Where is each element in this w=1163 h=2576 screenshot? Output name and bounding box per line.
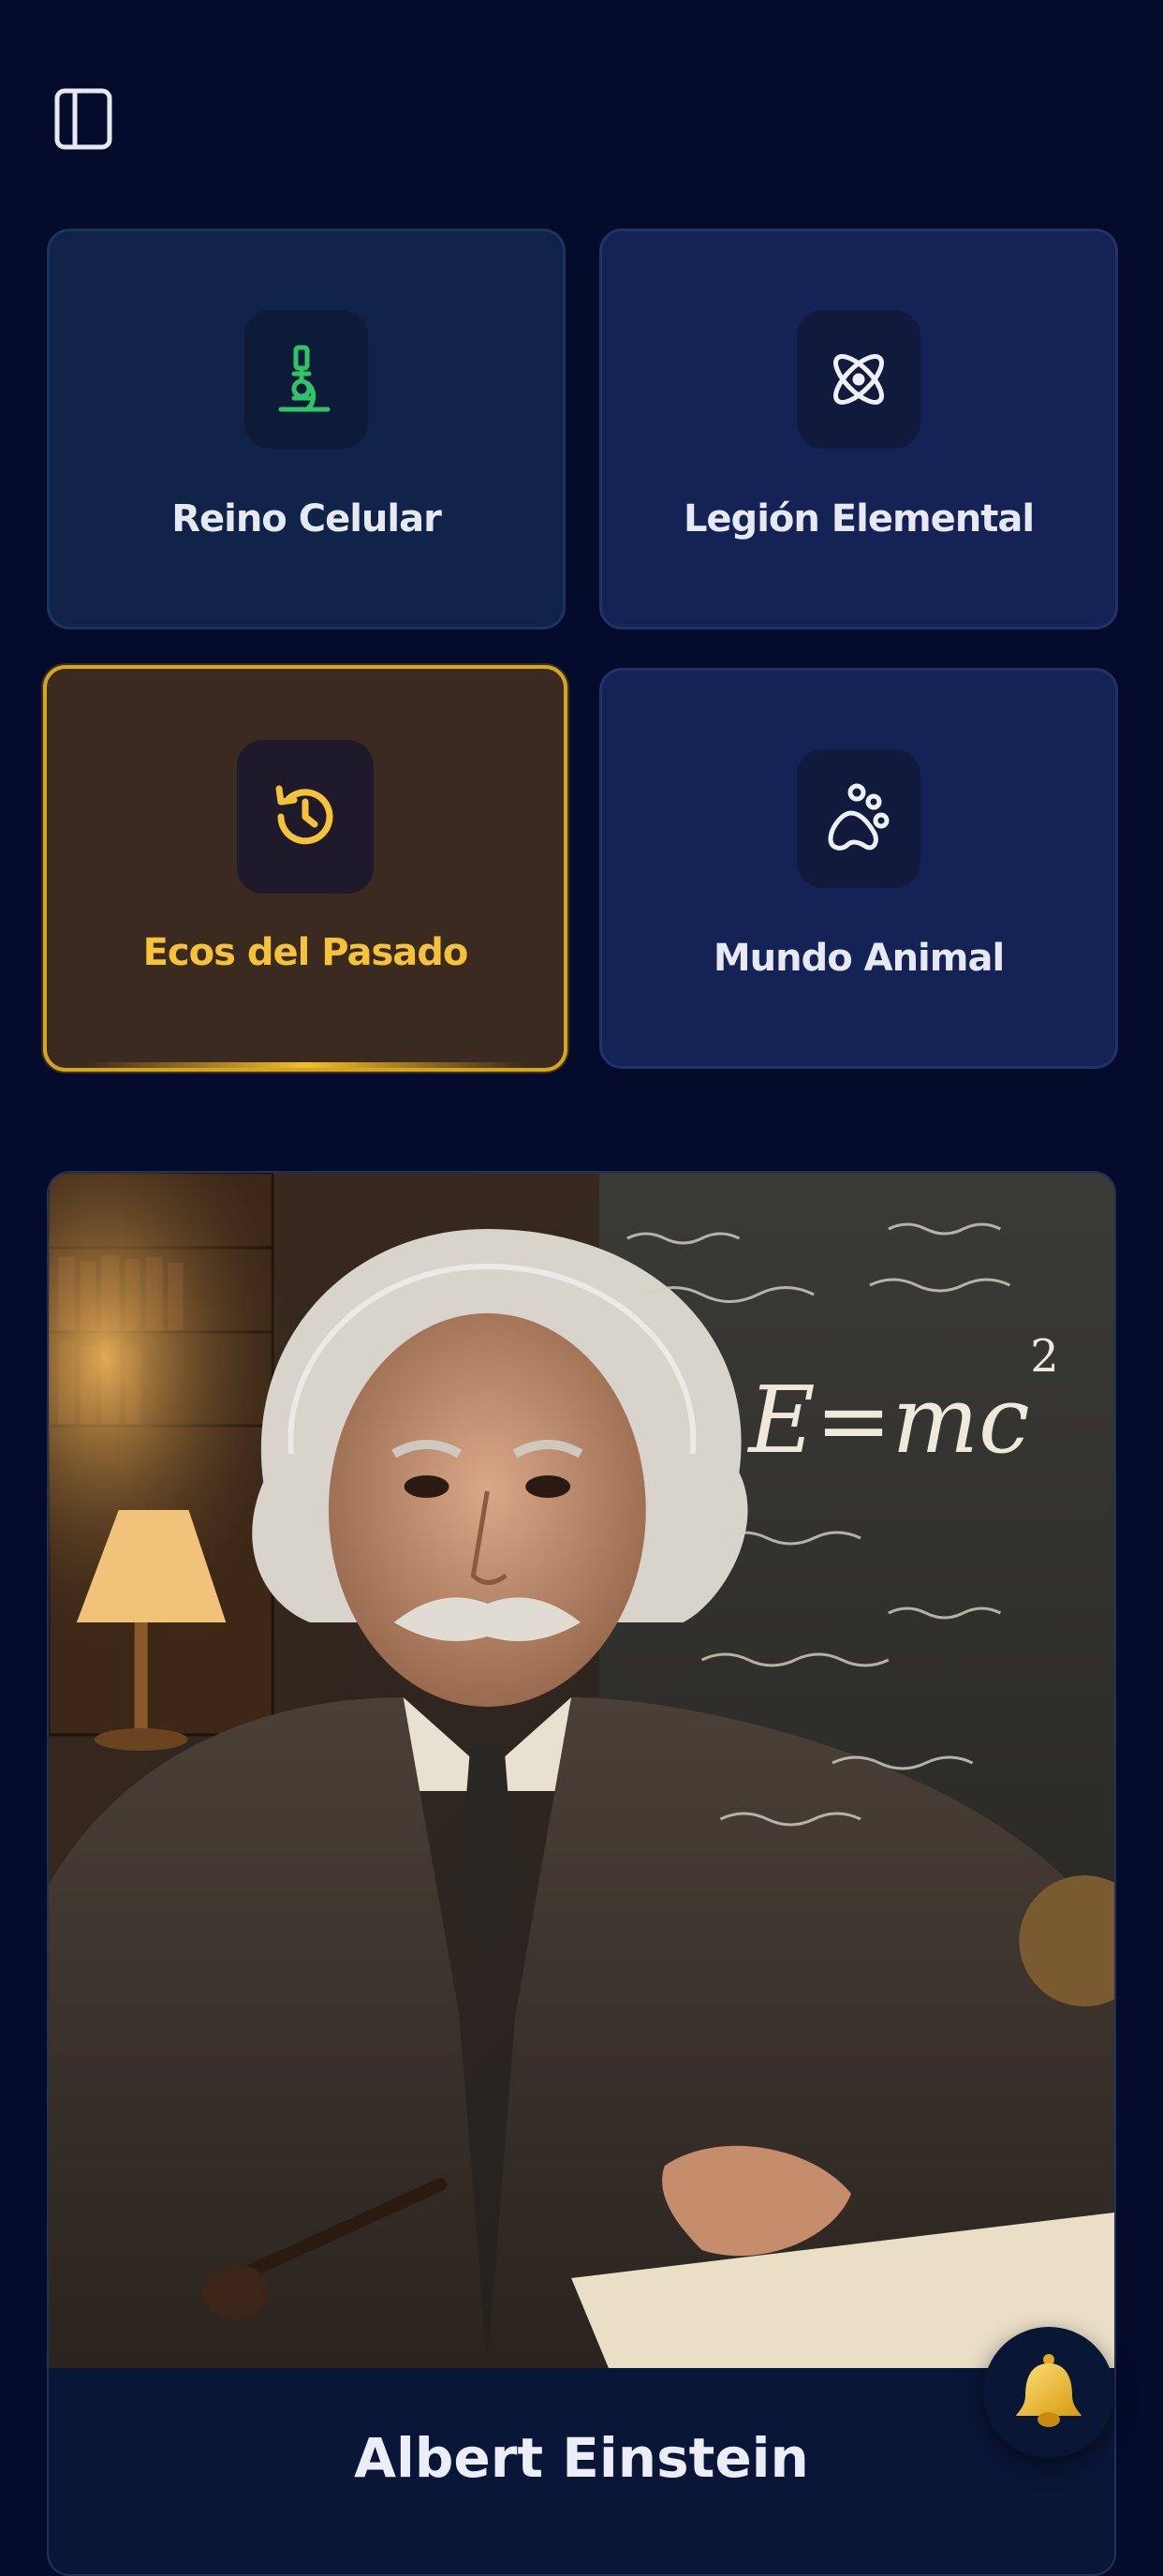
- sidebar-toggle-button[interactable]: [52, 88, 114, 150]
- microscope-icon: [278, 345, 331, 412]
- category-icon-box: [237, 740, 374, 894]
- chalkboard-exponent: 2: [1030, 1331, 1058, 1383]
- category-label: Ecos del Pasado: [142, 931, 469, 974]
- featured-person-name: Albert Einstein: [354, 2426, 809, 2490]
- bell-icon: [1016, 2354, 1082, 2427]
- albert-einstein-portrait: E=mc 2: [49, 1173, 1114, 2368]
- category-label: Mundo Animal: [713, 937, 1005, 980]
- atom-icon: [833, 354, 884, 405]
- category-card-legion-elemental[interactable]: Legión Elemental: [599, 229, 1118, 629]
- category-icon-box: [244, 310, 368, 449]
- category-icon-box: [797, 749, 920, 888]
- sidebar-panel-icon: [54, 88, 112, 150]
- category-card-mundo-animal[interactable]: Mundo Animal: [599, 668, 1118, 1069]
- category-label: Reino Celular: [171, 497, 442, 540]
- chalkboard-equation: E=mc: [746, 1368, 1029, 1474]
- history-clock-icon: [275, 785, 333, 845]
- notification-bell-button[interactable]: [983, 2327, 1114, 2458]
- featured-person-card[interactable]: E=mc 2 Albert Einstein: [47, 1171, 1116, 2576]
- paw-icon: [828, 783, 890, 851]
- category-label: Legión Elemental: [683, 497, 1035, 540]
- category-card-reino-celular[interactable]: Reino Celular: [47, 229, 566, 629]
- category-card-ecos-del-pasado[interactable]: Ecos del Pasado: [43, 665, 567, 1072]
- category-icon-box: [797, 310, 920, 449]
